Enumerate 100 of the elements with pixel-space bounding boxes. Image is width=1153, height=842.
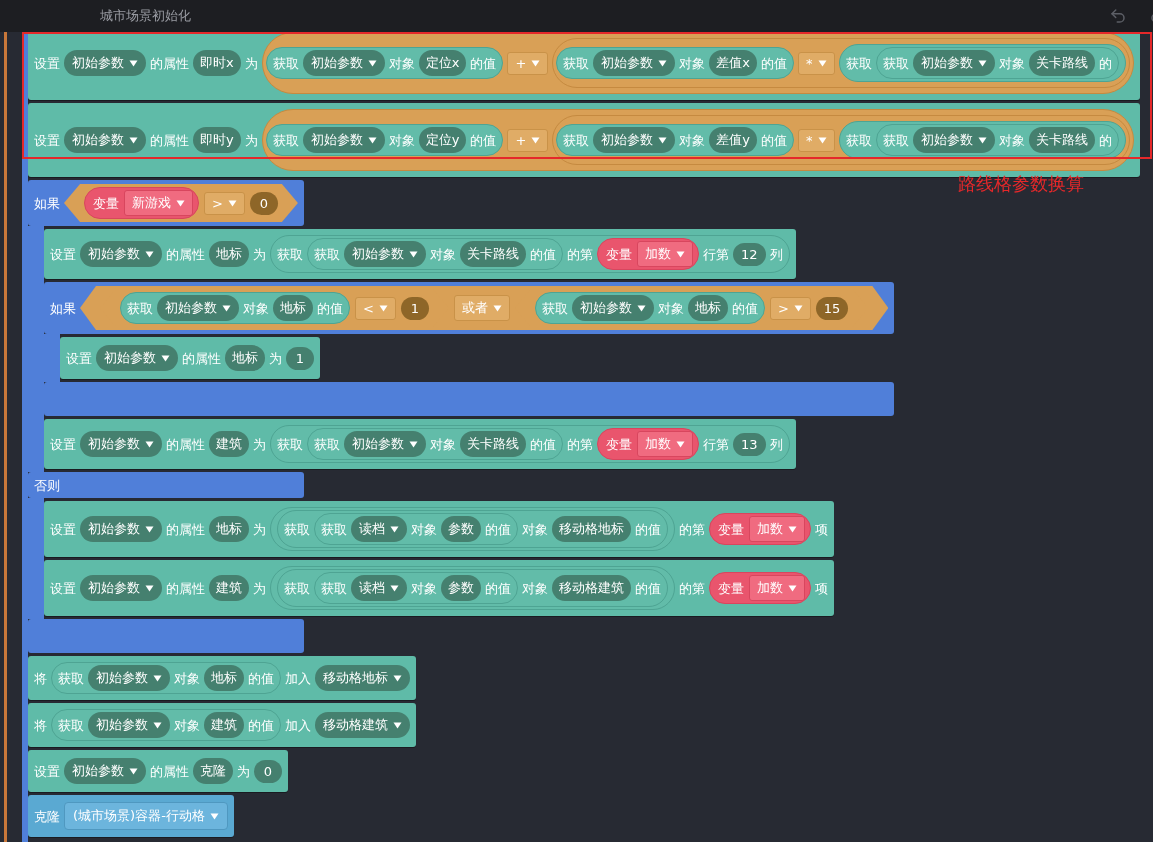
expression-block[interactable]: 获取 初始参数 对象 定位x 的值 + 获取 初始参数 对象 差值x 的值 * 获取 获取 初始参数 对象 关卡路线 的	[261, 32, 1134, 94]
number-field[interactable]: 0	[254, 759, 282, 783]
dropdown-field[interactable]: 初始参数	[80, 516, 162, 542]
variable-dropdown[interactable]: 新游戏	[124, 190, 193, 216]
reporter-block[interactable]: 获取 获取 初始参数 对象 关卡路线 的	[838, 121, 1126, 159]
variable-block[interactable]: 变量 加数	[597, 238, 699, 270]
statement-block[interactable]: 将 获取 初始参数 对象 地标 的值 加入 移动格地标	[28, 656, 416, 700]
value-field[interactable]: 建筑	[209, 431, 249, 457]
dropdown-field[interactable]: 初始参数	[88, 712, 170, 738]
dropdown-field[interactable]: 初始参数	[571, 295, 654, 321]
dropdown-field[interactable]: 初始参数	[80, 241, 162, 267]
value-field[interactable]: 定位x	[418, 50, 467, 76]
dropdown-field[interactable]: 初始参数	[302, 127, 385, 153]
reporter-block[interactable]: 获取 获取 读档 对象 参数 的值 对象 移动格建筑 的值	[277, 569, 668, 607]
value-field[interactable]: 参数	[441, 516, 481, 542]
condition-block[interactable]: 获取 初始参数 对象 地标 的值 < 1 或者 获取 初始参数 对象 地标 的值 > 15	[80, 286, 889, 330]
dropdown-field[interactable]: 初始参数	[593, 127, 676, 153]
dropdown-field[interactable]: 初始参数	[88, 665, 170, 691]
dropdown-field[interactable]: 初始参数	[344, 241, 426, 267]
statement-block[interactable]: 设置 初始参数 的属性 地标 为 获取 获取 初始参数 对象 关卡路线 的值 的第 变量 加数 行第 12 列	[44, 229, 796, 279]
number-field[interactable]: 1	[400, 296, 429, 320]
value-field[interactable]: 地标	[209, 241, 249, 267]
variable-dropdown[interactable]: 加数	[749, 575, 805, 601]
value-field[interactable]: 地标	[225, 345, 265, 371]
reporter-block[interactable]: 获取 初始参数 对象 关卡路线 的值	[307, 238, 563, 270]
reporter-block[interactable]: 获取 获取 初始参数 对象 关卡路线 的	[838, 44, 1126, 82]
value-field[interactable]: 关卡路线	[460, 431, 526, 457]
reporter-block[interactable]: 获取 初始参数 对象 差值y 的值	[556, 124, 794, 156]
dropdown-field[interactable]: 初始参数	[80, 431, 162, 457]
value-field[interactable]: 关卡路线	[460, 241, 526, 267]
value-field[interactable]: 地标	[204, 665, 244, 691]
statement-block[interactable]: 设置 初始参数 的属性 地标 为 1	[60, 337, 320, 379]
reporter-block[interactable]: 获取 获取 读档 对象 参数 的值 对象 移动格地标 的值	[277, 510, 668, 548]
value-field[interactable]: 移动格地标	[552, 516, 631, 542]
value-field[interactable]: 关卡路线	[1028, 50, 1095, 76]
dropdown-field[interactable]: 初始参数	[912, 127, 995, 153]
reporter-block[interactable]: 获取 初始参数 对象 地标 的值	[120, 292, 350, 324]
value-field[interactable]: 关卡路线	[1028, 127, 1095, 153]
dropdown-field[interactable]: 初始参数	[157, 295, 239, 321]
statement-block[interactable]: 将 获取 初始参数 对象 建筑 的值 加入 移动格建筑	[28, 703, 416, 747]
dropdown-field[interactable]: 初始参数	[64, 50, 146, 76]
if-block-header[interactable]: 如果 获取 初始参数 对象 地标 的值 < 1 或者 获取 初始参数 对象 地标 的值 > 15	[44, 282, 895, 334]
number-field[interactable]: 15	[815, 296, 849, 320]
reporter-block[interactable]: 获取 初始参数 对象 地标 的值	[534, 292, 765, 324]
undo-icon[interactable]	[1109, 7, 1127, 25]
reporter-block[interactable]: 获取 初始参数 对象 关卡路线 的	[875, 124, 1119, 156]
if-block-header[interactable]: 如果 变量 新游戏 > 0	[28, 180, 304, 226]
reporter-block[interactable]: 获取 初始参数 对象 关卡路线 的	[875, 47, 1119, 79]
reporter-block[interactable]: 获取 初始参数 对象 定位x 的值	[265, 47, 504, 79]
number-field[interactable]: 1	[286, 346, 314, 370]
reporter-block[interactable]: 获取 初始参数 对象 关卡路线 的值	[307, 428, 563, 460]
statement-block[interactable]: 克隆 (城市场景)容器-行动格	[28, 795, 234, 837]
statement-block[interactable]: 设置 初始参数 的属性 即时x 为 获取 初始参数 对象 定位x 的值 + 获取 初始参数 对象 差值x 的值 * 获取 获取 初始参数 对象 关卡路线 的	[28, 32, 1140, 100]
reporter-block[interactable]: 获取 获取 读档 对象 参数 的值 对象 移动格建筑 的值	[270, 566, 675, 610]
dropdown-field[interactable]: 初始参数	[96, 345, 178, 371]
reporter-block[interactable]: 获取 获取 初始参数 对象 关卡路线 的值 的第 变量 加数 行第 12 列	[270, 235, 790, 273]
number-field[interactable]: 12	[733, 242, 766, 266]
variable-dropdown[interactable]: 加数	[637, 241, 693, 267]
dropdown-field[interactable]: 初始参数	[64, 127, 146, 153]
reporter-block[interactable]: 获取 获取 初始参数 对象 关卡路线 的值 的第 变量 加数 行第 13 列	[270, 425, 790, 463]
value-field[interactable]: 建筑	[204, 712, 244, 738]
statement-block[interactable]: 设置 初始参数 的属性 建筑 为 获取 获取 初始参数 对象 关卡路线 的值 的第 变量 加数 行第 13 列	[44, 419, 796, 469]
value-field[interactable]: 差值y	[709, 127, 757, 153]
value-field[interactable]: 参数	[441, 575, 481, 601]
value-field[interactable]: 差值x	[709, 50, 757, 76]
value-field[interactable]: 即时y	[193, 127, 241, 153]
variable-block[interactable]: 变量 加数	[597, 428, 699, 460]
expression-block[interactable]: 获取 初始参数 对象 定位y 的值 + 获取 初始参数 对象 差值y 的值 * 获取 获取 初始参数 对象 关卡路线 的	[261, 109, 1134, 171]
dropdown-field[interactable]: 读档	[351, 575, 407, 601]
reporter-block[interactable]: 获取 读档 对象 参数 的值	[314, 513, 518, 545]
variable-dropdown[interactable]: 加数	[637, 431, 693, 457]
dropdown-field[interactable]: 初始参数	[593, 50, 676, 76]
dropdown-field[interactable]: 移动格建筑	[315, 712, 410, 738]
number-field[interactable]: 13	[733, 432, 766, 456]
value-field[interactable]: 克隆	[193, 758, 233, 784]
value-field[interactable]: 建筑	[209, 575, 249, 601]
statement-block[interactable]: 设置 初始参数 的属性 地标 为 获取 获取 读档 对象 参数 的值 对象 移动格地标 的值 的第 变量 加数 项	[44, 501, 834, 557]
reporter-block[interactable]: 获取 初始参数 对象 定位y 的值	[265, 124, 504, 156]
reporter-block[interactable]: 获取 初始参数 对象 建筑 的值	[51, 709, 281, 741]
variable-block[interactable]: 变量 加数	[709, 513, 811, 545]
dropdown-field[interactable]: 初始参数	[302, 50, 385, 76]
number-field[interactable]: 0	[249, 191, 278, 215]
reporter-block[interactable]: 获取 读档 对象 参数 的值	[314, 572, 518, 604]
value-field[interactable]: 地标	[273, 295, 313, 321]
dropdown-field[interactable]: 读档	[351, 516, 407, 542]
statement-block[interactable]: 设置 初始参数 的属性 克隆 为 0	[28, 750, 288, 792]
value-field[interactable]: 地标	[687, 295, 728, 321]
dropdown-field[interactable]: 初始参数	[80, 575, 162, 601]
value-field[interactable]: 即时x	[193, 50, 241, 76]
variable-block[interactable]: 变量 新游戏	[84, 187, 199, 219]
dropdown-field[interactable]: 初始参数	[912, 50, 995, 76]
expression-block[interactable]: 获取 初始参数 对象 差值x 的值 * 获取 获取 初始参数 对象 关卡路线 的	[552, 38, 1130, 88]
dropdown-field[interactable]: 初始参数	[344, 431, 426, 457]
reporter-block[interactable]: 获取 获取 读档 对象 参数 的值 对象 移动格地标 的值	[270, 507, 675, 551]
reporter-block[interactable]: 获取 初始参数 对象 地标 的值	[51, 662, 281, 694]
dropdown-field[interactable]: 初始参数	[64, 758, 146, 784]
variable-dropdown[interactable]: 加数	[749, 516, 805, 542]
value-field[interactable]: 地标	[209, 516, 249, 542]
expression-block[interactable]: 获取 初始参数 对象 差值y 的值 * 获取 获取 初始参数 对象 关卡路线 的	[552, 115, 1130, 165]
reporter-block[interactable]: 获取 初始参数 对象 差值x 的值	[556, 47, 794, 79]
